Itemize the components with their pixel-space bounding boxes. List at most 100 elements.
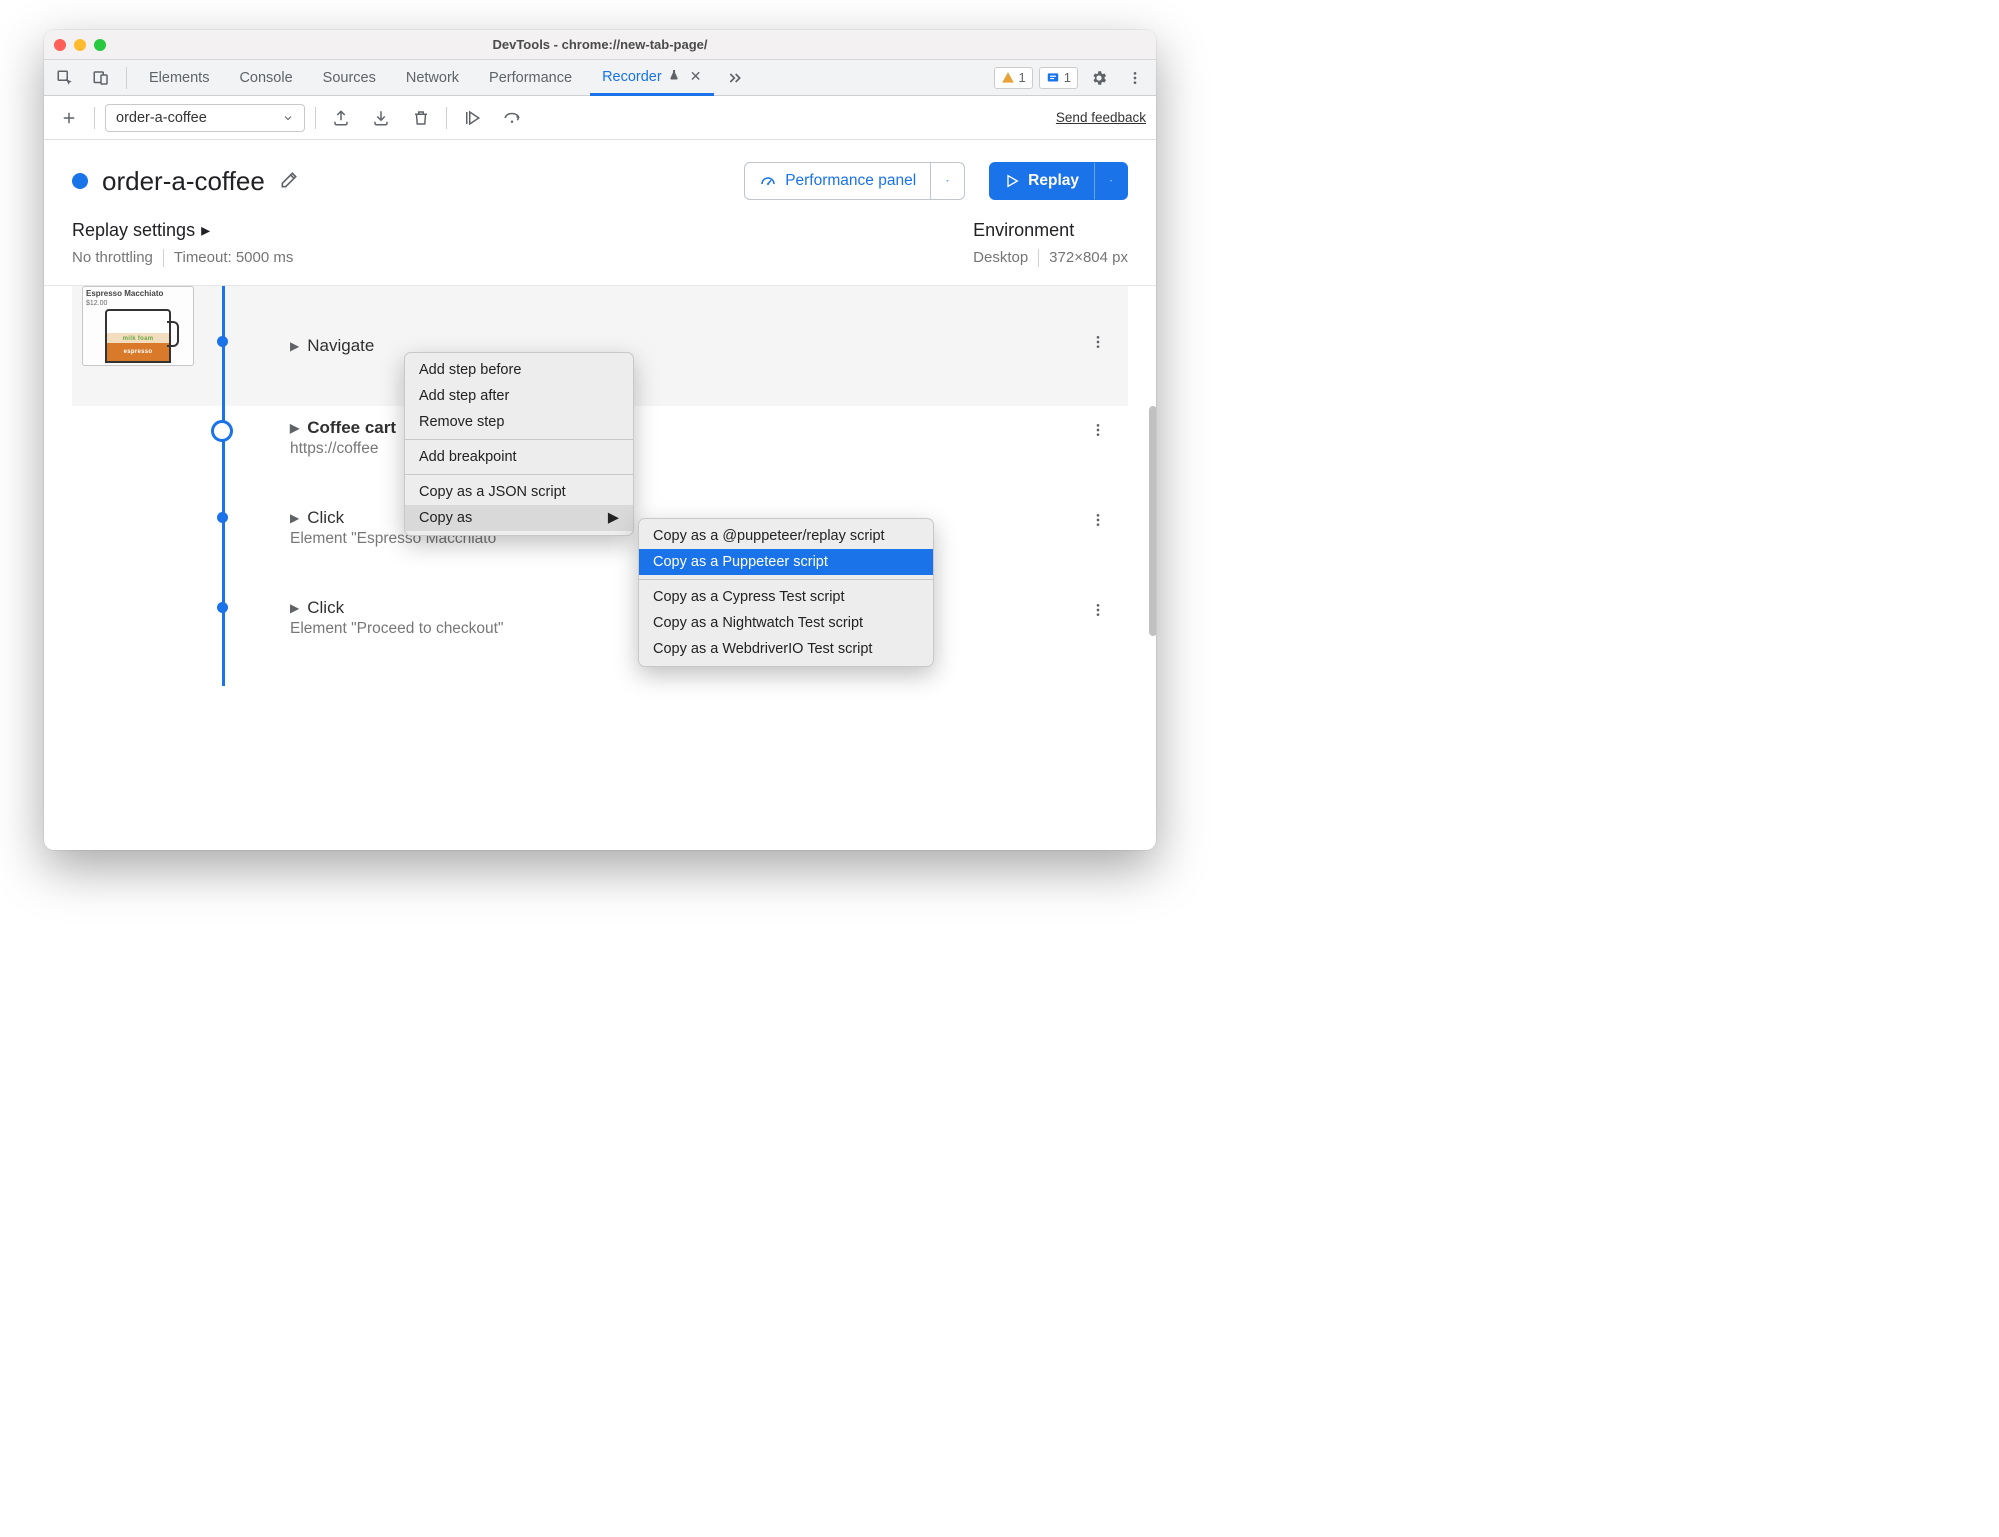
device-toolbar-icon[interactable] <box>86 64 116 92</box>
step-menu-icon[interactable] <box>1090 512 1106 531</box>
recording-header: order-a-coffee Performance panel Replay <box>44 140 1156 220</box>
badge-group: 1 1 <box>994 64 1150 92</box>
environment-settings: Environment Desktop 372×804 px <box>973 220 1128 267</box>
environment-values: Desktop 372×804 px <box>973 249 1128 267</box>
tab-recorder[interactable]: Recorder ✕ <box>590 60 713 96</box>
new-recording-icon[interactable] <box>54 104 84 132</box>
window-title: DevTools - chrome://new-tab-page/ <box>44 37 1156 52</box>
chevron-down-icon <box>1109 175 1113 187</box>
timeline-marker <box>222 602 228 613</box>
step-menu-icon[interactable] <box>1090 602 1106 621</box>
thumb-price: $12.00 <box>83 300 193 307</box>
separator <box>405 439 633 440</box>
window-controls <box>54 39 106 51</box>
separator <box>639 579 933 580</box>
recording-title: order-a-coffee <box>102 166 265 197</box>
kebab-menu-icon[interactable] <box>1120 64 1150 92</box>
performance-panel-button[interactable]: Performance panel <box>744 162 931 200</box>
step-title: Click <box>307 598 344 618</box>
edit-title-icon[interactable] <box>279 170 299 193</box>
tab-performance[interactable]: Performance <box>477 61 584 95</box>
recorder-toolbar: order-a-coffee Send feedback <box>44 96 1156 140</box>
tab-console[interactable]: Console <box>227 61 304 95</box>
close-window-button[interactable] <box>54 39 66 51</box>
separator <box>315 107 316 129</box>
context-submenu: Copy as a @puppeteer/replay script Copy … <box>638 518 934 667</box>
recording-selector[interactable]: order-a-coffee <box>105 104 305 132</box>
ctx-remove-step[interactable]: Remove step <box>405 409 633 435</box>
ctx-copy-as[interactable]: Copy as ▶ <box>405 505 633 531</box>
expand-icon[interactable]: ▶ <box>290 339 299 353</box>
settings-row: Replay settings ▸ No throttling Timeout:… <box>44 220 1156 286</box>
recording-selector-value: order-a-coffee <box>116 110 207 126</box>
replay-settings-title[interactable]: Replay settings ▸ <box>72 220 293 241</box>
play-icon <box>1004 173 1020 189</box>
titlebar: DevTools - chrome://new-tab-page/ <box>44 30 1156 60</box>
chevron-right-icon: ▸ <box>201 220 210 241</box>
ctx-copy-as-label: Copy as <box>419 510 472 526</box>
step-over-icon[interactable] <box>497 104 527 132</box>
timeline-scroll[interactable]: Espresso Macchiato $12.00 milk foam espr… <box>44 286 1156 850</box>
step-menu-icon[interactable] <box>1090 334 1106 353</box>
ctx-copy-puppeteer[interactable]: Copy as a Puppeteer script <box>639 549 933 575</box>
delete-icon[interactable] <box>406 104 436 132</box>
more-tabs-icon[interactable] <box>720 64 750 92</box>
gauge-icon <box>759 172 777 190</box>
ctx-copy-puppeteer-replay[interactable]: Copy as a @puppeteer/replay script <box>639 523 933 549</box>
settings-gear-icon[interactable] <box>1084 64 1114 92</box>
tab-network[interactable]: Network <box>394 61 471 95</box>
ctx-add-step-after[interactable]: Add step after <box>405 383 633 409</box>
replay-button-group: Replay <box>989 162 1128 200</box>
separator <box>1038 249 1039 267</box>
send-feedback-link[interactable]: Send feedback <box>1056 110 1146 125</box>
chevron-down-icon <box>282 112 294 124</box>
ctx-add-step-before[interactable]: Add step before <box>405 357 633 383</box>
issues-badge[interactable]: 1 <box>1039 67 1078 89</box>
close-tab-icon[interactable]: ✕ <box>690 68 702 84</box>
tab-recorder-label: Recorder <box>602 69 662 85</box>
warnings-badge[interactable]: 1 <box>994 67 1033 89</box>
ctx-copy-webdriverio[interactable]: Copy as a WebdriverIO Test script <box>639 636 933 662</box>
replay-button[interactable]: Replay <box>989 162 1094 200</box>
minimize-window-button[interactable] <box>74 39 86 51</box>
performance-panel-dropdown[interactable] <box>931 162 965 200</box>
timeline-marker-current <box>222 420 233 442</box>
replay-settings-values: No throttling Timeout: 5000 ms <box>72 249 293 267</box>
replay-dropdown[interactable] <box>1094 162 1128 200</box>
timeline-marker <box>222 336 228 347</box>
separator <box>126 67 127 89</box>
tab-sources[interactable]: Sources <box>311 61 388 95</box>
context-menu: Add step before Add step after Remove st… <box>404 352 634 536</box>
tab-elements[interactable]: Elements <box>137 61 221 95</box>
timeout-value: Timeout: 5000 ms <box>174 249 294 267</box>
replay-settings: Replay settings ▸ No throttling Timeout:… <box>72 220 293 267</box>
expand-icon[interactable]: ▶ <box>290 511 299 525</box>
issues-count: 1 <box>1064 70 1071 85</box>
ctx-copy-json[interactable]: Copy as a JSON script <box>405 479 633 505</box>
recording-status-dot <box>72 173 88 189</box>
ctx-copy-cypress[interactable]: Copy as a Cypress Test script <box>639 584 933 610</box>
separator <box>405 474 633 475</box>
ctx-copy-nightwatch[interactable]: Copy as a Nightwatch Test script <box>639 610 933 636</box>
performance-panel-label: Performance panel <box>785 172 916 190</box>
step-title: Navigate <box>307 336 374 356</box>
replay-settings-label: Replay settings <box>72 220 195 241</box>
expand-icon[interactable]: ▶ <box>290 601 299 615</box>
maximize-window-button[interactable] <box>94 39 106 51</box>
flask-icon <box>668 61 680 94</box>
thumb-label: Espresso Macchiato <box>83 287 193 300</box>
continue-icon[interactable] <box>457 104 487 132</box>
scrollbar-thumb[interactable] <box>1149 406 1156 636</box>
export-icon[interactable] <box>326 104 356 132</box>
chevron-right-icon: ▶ <box>608 510 619 526</box>
coffee-cup-icon: milk foam espresso <box>105 309 171 363</box>
timeline-marker <box>222 512 228 523</box>
separator <box>446 107 447 129</box>
expand-icon[interactable]: ▶ <box>290 421 299 435</box>
step-click-checkout[interactable]: ▶ Click Element "Proceed to checkout" <box>72 586 1128 676</box>
ctx-add-breakpoint[interactable]: Add breakpoint <box>405 444 633 470</box>
inspect-element-icon[interactable] <box>50 64 80 92</box>
import-icon[interactable] <box>366 104 396 132</box>
step-menu-icon[interactable] <box>1090 422 1106 441</box>
step-title: Click <box>307 508 344 528</box>
